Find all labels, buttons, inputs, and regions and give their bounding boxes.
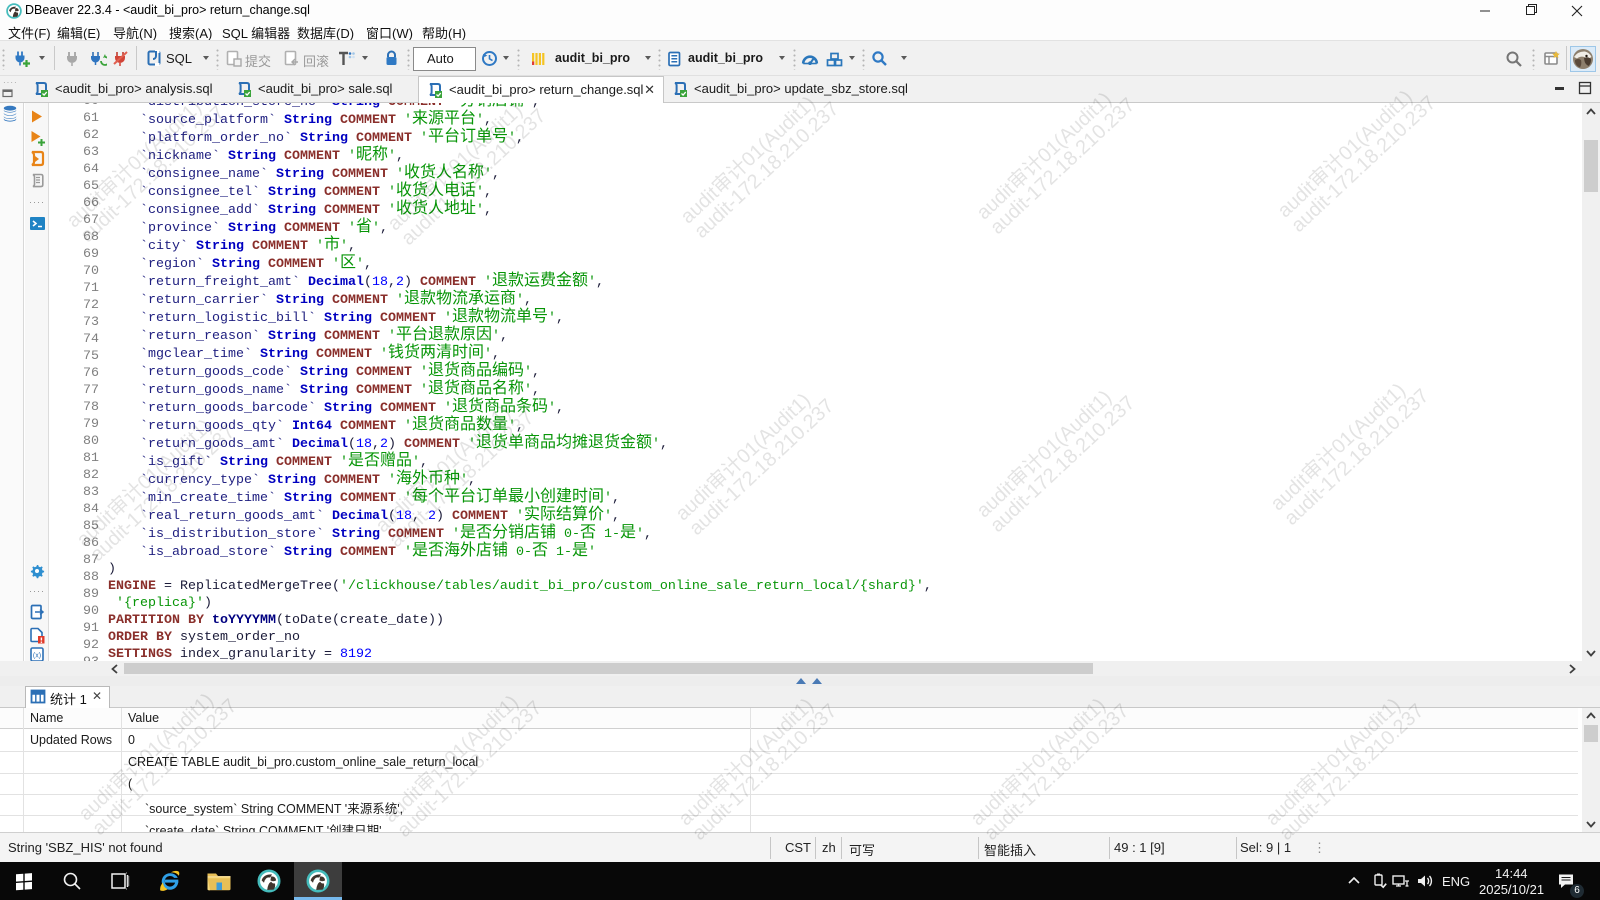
svg-text:(x): (x) bbox=[33, 653, 41, 660]
